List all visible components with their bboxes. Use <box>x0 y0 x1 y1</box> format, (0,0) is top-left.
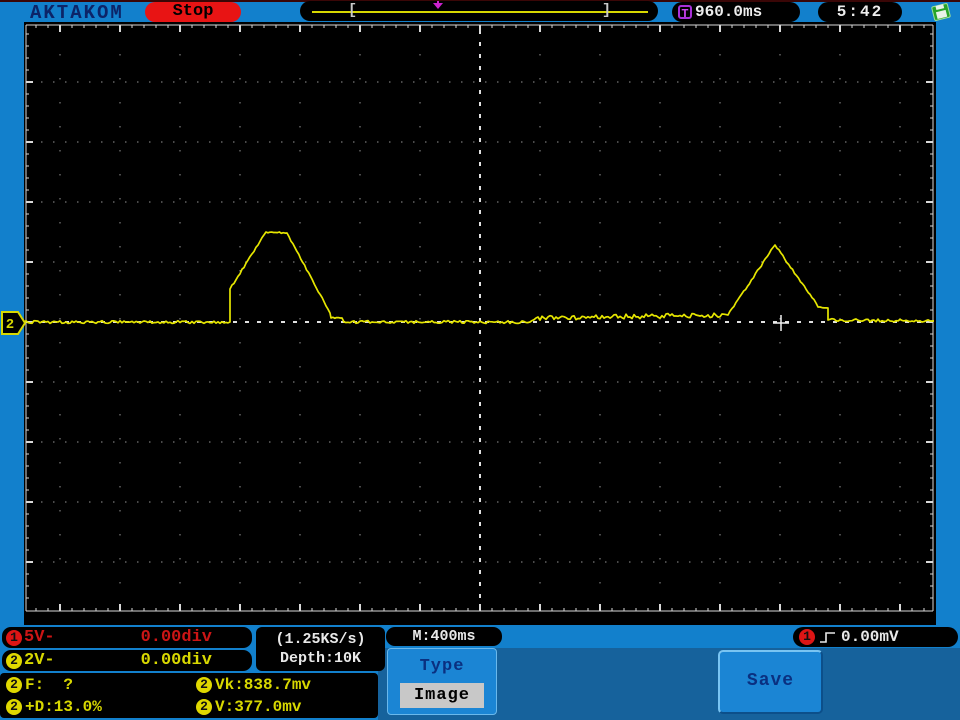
acquisition-status: (1.25KS/s) Depth:10K <box>256 627 385 671</box>
trigger-marker-icon <box>433 3 443 9</box>
memory-depth: Depth:10K <box>279 650 361 667</box>
rising-edge-icon <box>820 632 835 643</box>
trigger-channel-badge-icon: 1 <box>799 629 815 645</box>
save-button[interactable]: Save <box>718 650 823 714</box>
channel2-badge-icon: 2 <box>6 652 22 669</box>
measurement-voltage: 2 V:377.0mv <box>196 698 301 716</box>
record-position-bar[interactable]: [ ] <box>300 1 658 21</box>
measurement-vk: 2 Vk:838.7mv <box>196 676 311 694</box>
channel2-marker-label: 2 <box>6 317 14 333</box>
channel2-status: 2 2V- 0.00div <box>2 650 252 671</box>
window-left-bracket: [ <box>348 2 358 19</box>
waveform-display <box>23 22 936 625</box>
channel1-position: 0.00div <box>140 628 212 647</box>
sample-rate: (1.25KS/s) <box>275 631 366 648</box>
run-state-stop-button[interactable]: Stop <box>145 2 241 22</box>
channel2-badge-icon: 2 <box>196 677 212 693</box>
trigger-level-value: 0.00mV <box>841 628 899 646</box>
trigger-time-readout: T 960.0ms <box>672 2 800 22</box>
scope-graticule-and-trace <box>23 24 934 612</box>
measurement-panel: 2 F: ? 2 Vk:838.7mv 2 +D:13.0% 2 V:377.0… <box>0 673 378 718</box>
trigger-time-value: 960.0ms <box>695 3 763 21</box>
channel2-scale: 2V- <box>24 651 55 670</box>
trigger-status: 1 0.00mV <box>793 627 958 647</box>
channel2-position: 0.00div <box>140 651 212 670</box>
menu-option-image[interactable]: Image <box>400 683 484 708</box>
timebase-readout: M:400ms <box>386 627 502 646</box>
softkey-menu: Type Image <box>387 648 497 715</box>
channel2-position-marker[interactable]: 2 <box>1 310 27 336</box>
window-right-bracket: ] <box>602 2 612 19</box>
channel1-badge-icon: 1 <box>6 629 22 646</box>
channel1-scale: 5V- <box>24 628 55 647</box>
trigger-t-icon: T <box>678 5 692 21</box>
channel2-badge-icon: 2 <box>196 699 212 715</box>
measurement-duty: 2 +D:13.0% <box>6 698 102 716</box>
brand-logo: AKTAKOM <box>30 2 124 24</box>
channel2-badge-icon: 2 <box>6 677 22 693</box>
menu-title: Type <box>419 657 465 676</box>
measurement-frequency: 2 F: ? <box>6 676 73 694</box>
usb-storage-icon <box>931 3 951 21</box>
record-length-line <box>312 11 648 13</box>
clock: 5:42 <box>818 2 902 22</box>
channel2-badge-icon: 2 <box>6 699 22 715</box>
channel1-status: 1 5V- 0.00div <box>2 627 252 648</box>
